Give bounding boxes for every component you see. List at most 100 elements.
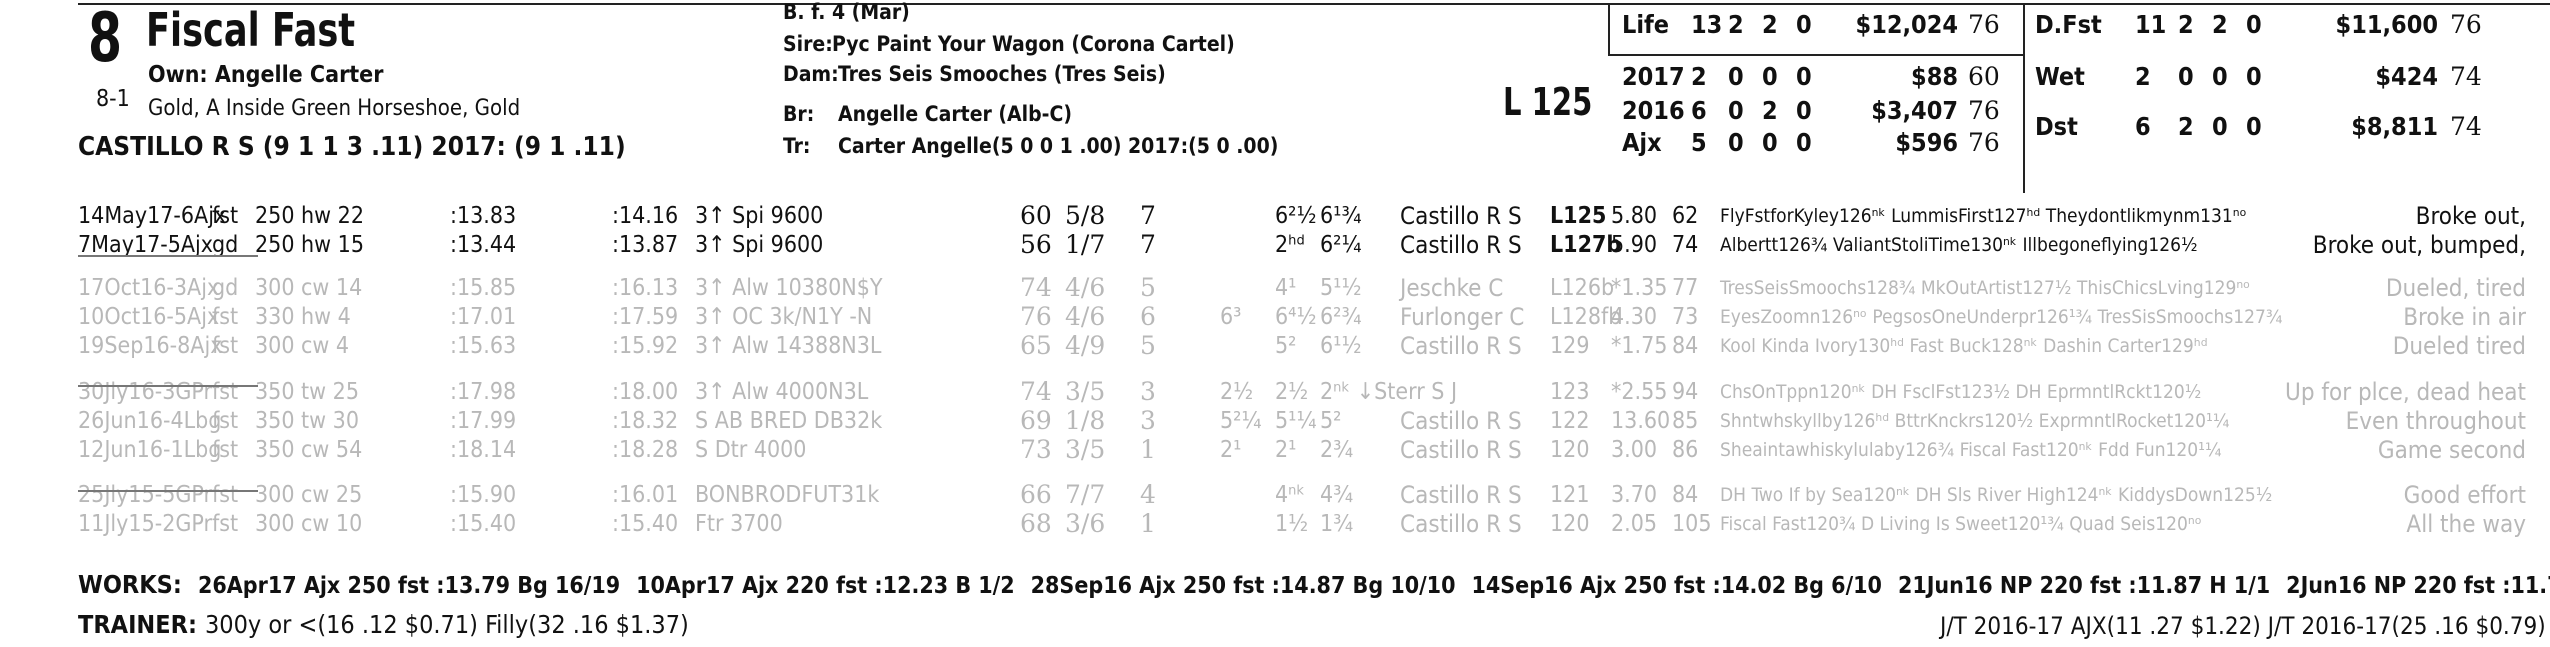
pp-row: 11Jly15-2GPr fst 300 cw 10:15.40:15.40 Ftr … bbox=[0, 509, 2550, 538]
pp-pp: 3/5 bbox=[1065, 377, 1106, 406]
stat-shows: 0 bbox=[1796, 96, 1812, 125]
pp-row: 17Oct16-3Ajx gd 300 cw 14:15.85:16.13 3↑ Al… bbox=[0, 274, 2550, 302]
stat-places: 0 bbox=[1762, 62, 1778, 91]
pp-cond: gd bbox=[212, 275, 239, 301]
pp-c1: 6³ bbox=[1220, 304, 1242, 330]
pp-top: DH Two If by Sea120ⁿᵏ DH Sls River High1… bbox=[1720, 484, 2273, 506]
pp-jockey: Furlonger C bbox=[1400, 303, 1525, 331]
pp-separator-2 bbox=[78, 385, 258, 387]
pp-dist: 300 cw 4 bbox=[255, 333, 350, 359]
pp-t1: :15.90 bbox=[450, 482, 517, 508]
pp-pp: 7/7 bbox=[1065, 480, 1106, 509]
pp-fin: 5¹½ bbox=[1320, 275, 1362, 301]
pp-odds: *1.75 bbox=[1611, 333, 1668, 359]
stat-label: Ajx bbox=[1622, 128, 1662, 157]
pp-date: 10Oct16-5Ajx bbox=[78, 304, 220, 330]
pp-dist: 350 cw 54 bbox=[255, 437, 363, 463]
jockey-trainer-stats: J/T 2016-17 AJX(11 .27 $1.22) J/T 2016-1… bbox=[1940, 612, 2546, 640]
pp-t2: :18.28 bbox=[612, 437, 679, 463]
horse-name: Fiscal Fast bbox=[146, 3, 356, 57]
pp-row: 14May17-6Ajx fst 250 hw 22:13.83:14.16 3↑ S… bbox=[0, 201, 2550, 230]
pp-top: TresSeisSmoochs128¾ MkOutArtist127½ This… bbox=[1720, 277, 2251, 299]
weight: L 125 bbox=[1503, 80, 1593, 124]
pp-c2: 6²½ bbox=[1275, 203, 1317, 229]
stat-places: 2 bbox=[1762, 96, 1778, 125]
pp-t1: :15.85 bbox=[450, 275, 517, 301]
pp-t2: :14.16 bbox=[612, 203, 679, 229]
pp-pp: 3/5 bbox=[1065, 435, 1106, 464]
pp-top: Albertt126¾ ValiantStoliTime130ⁿᵏ Illbeg… bbox=[1720, 234, 2198, 256]
works-list: 26Apr17 Ajx 250 fst :13.79 Bg 16/19 10Apr… bbox=[198, 570, 2550, 599]
work-item: 28Sep16 Ajx 250 fst :14.87 Bg 10/10 bbox=[1030, 573, 1456, 599]
breeder: Angelle Carter (Alb-C) bbox=[838, 102, 1073, 126]
pp-dist: 350 tw 25 bbox=[255, 379, 359, 405]
pp-rat: 84 bbox=[1672, 482, 1699, 508]
pp-dist: 250 hw 15 bbox=[255, 232, 364, 258]
pp-c1: 2½ bbox=[1220, 379, 1254, 405]
pp-c2: 6⁴½ bbox=[1275, 304, 1317, 330]
pp-wt: 123 bbox=[1550, 379, 1590, 405]
stat-starts: 6 bbox=[1691, 96, 1707, 125]
stat-earnings: $3,407 bbox=[1871, 96, 1958, 125]
pp-comment: Good effort bbox=[2403, 481, 2526, 509]
pp-st: 6 bbox=[1140, 302, 1156, 331]
pp-c2: 4ⁿᵏ bbox=[1275, 482, 1306, 508]
pp-jockey: Castillo R S bbox=[1400, 407, 1522, 435]
pp-spd: 65 bbox=[1020, 331, 1052, 360]
stat-shows: 0 bbox=[1796, 62, 1812, 91]
pp-fin: 1¾ bbox=[1320, 511, 1354, 537]
pp-cls: BONBRODFUT31k bbox=[695, 482, 880, 508]
silks: Gold, A Inside Green Horseshoe, Gold bbox=[148, 96, 521, 121]
jockey-line: CASTILLO R S (9 1 1 3 .11) 2017: (9 1 .1… bbox=[78, 132, 626, 162]
stat-label: D.Fst bbox=[2035, 10, 2102, 39]
pp-jockey: Castillo R S bbox=[1400, 231, 1522, 259]
trainer-label: Tr: bbox=[783, 134, 811, 158]
pp-fin: 2ⁿᵏ ↓Sterr S J bbox=[1320, 379, 1458, 405]
pp-spd: 68 bbox=[1020, 509, 1052, 538]
pp-c1: 2¹ bbox=[1220, 437, 1242, 463]
works-label: WORKS: bbox=[78, 570, 182, 599]
pp-cls: S AB BRED DB32k bbox=[695, 408, 883, 434]
pp-date: 11Jly15-2GPr bbox=[78, 511, 212, 537]
pp-wt: L126b bbox=[1550, 275, 1615, 301]
pp-rat: 105 bbox=[1672, 511, 1712, 537]
pp-st: 7 bbox=[1140, 201, 1156, 230]
stat-starts: 2 bbox=[2135, 62, 2151, 91]
pp-pp: 4/9 bbox=[1065, 331, 1106, 360]
pp-pp: 5/8 bbox=[1065, 201, 1106, 230]
pp-odds: 3.70 bbox=[1611, 482, 1658, 508]
pp-cls: 3↑ Alw 10380N$Y bbox=[695, 275, 883, 301]
pp-pp: 4/6 bbox=[1065, 302, 1106, 331]
pp-rat: 94 bbox=[1672, 379, 1699, 405]
pp-spd: 66 bbox=[1020, 480, 1052, 509]
pp-fin: 5² bbox=[1320, 408, 1342, 434]
pp-top: Kool Kinda Ivory130ʰᵈ Fast Buck128ⁿᵏ Das… bbox=[1720, 335, 2208, 357]
pp-cond: fst bbox=[212, 203, 239, 229]
pp-comment: Broke in air bbox=[2403, 303, 2526, 331]
stat-earnings: $12,024 bbox=[1855, 10, 1958, 39]
pp-cond: fst bbox=[212, 408, 239, 434]
pp-wt: 122 bbox=[1550, 408, 1590, 434]
stat-shows: 0 bbox=[1796, 10, 1812, 39]
pp-top: Fiscal Fast120¾ D Living Is Sweet120¹¾ Q… bbox=[1720, 513, 2202, 535]
pp-rat: 86 bbox=[1672, 437, 1699, 463]
pp-c1: 5²¼ bbox=[1220, 408, 1262, 434]
pp-jockey: Castillo R S bbox=[1400, 481, 1522, 509]
pp-row: 12Jun16-1Lbg fst 350 cw 54:18.14:18.28 S Dt… bbox=[0, 435, 2550, 464]
stat-speed: 74 bbox=[2450, 62, 2482, 91]
pp-odds: 5.80 bbox=[1611, 203, 1658, 229]
pp-top: Sheaintawhiskylulaby126¾ Fiscal Fast120ⁿ… bbox=[1720, 439, 2222, 461]
stat-label: Dst bbox=[2035, 112, 2078, 141]
owner: Own: Angelle Carter bbox=[148, 62, 384, 88]
pp-dist: 250 hw 22 bbox=[255, 203, 364, 229]
pp-t2: :13.87 bbox=[612, 232, 679, 258]
stat-places: 2 bbox=[1762, 10, 1778, 39]
pp-comment: Even throughout bbox=[2345, 407, 2526, 435]
pp-cls: Ftr 3700 bbox=[695, 511, 783, 537]
pp-comment: Dueled, tired bbox=[2385, 274, 2526, 302]
stat-label: 2016 bbox=[1622, 96, 1685, 125]
pp-cond: fst bbox=[212, 333, 239, 359]
pp-separator-3 bbox=[78, 490, 258, 492]
stat-label: Life bbox=[1622, 10, 1670, 39]
pp-row: 10Oct16-5Ajx fst 330 hw 4:17.01:17.59 3↑ OC… bbox=[0, 302, 2550, 331]
